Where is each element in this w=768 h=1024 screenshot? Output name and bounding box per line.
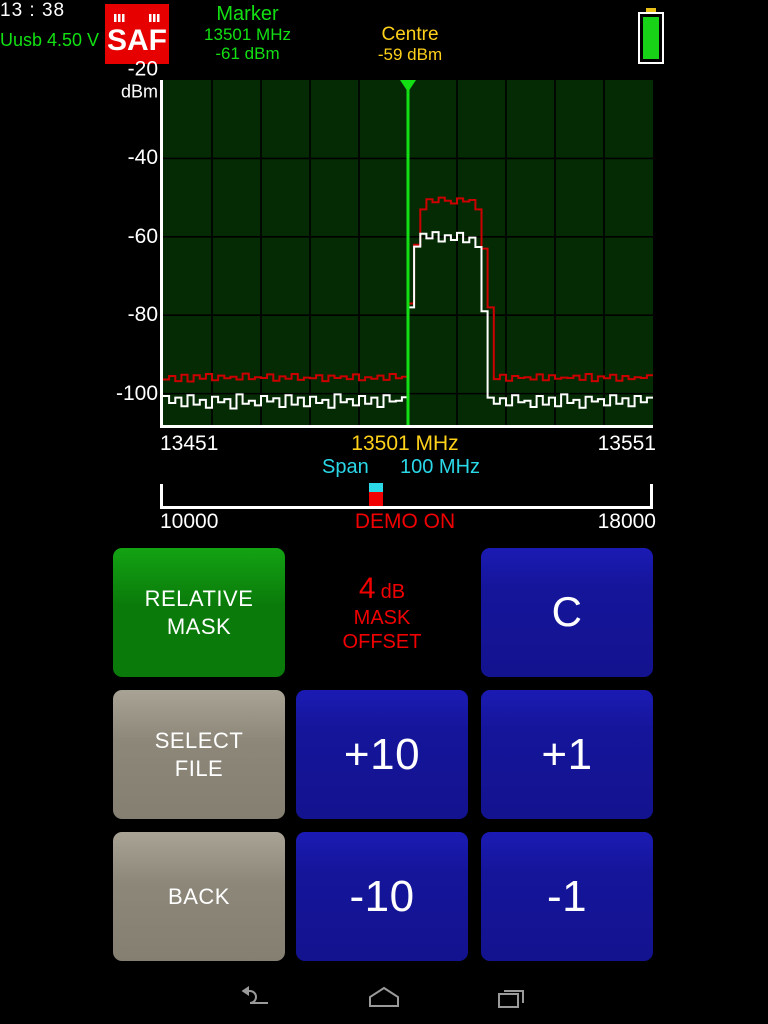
select-file-line2: FILE <box>174 755 224 781</box>
battery-body <box>638 12 664 64</box>
android-navigation-bar <box>0 972 768 1024</box>
y-axis-tick: -20 dBm <box>120 57 158 102</box>
recents-icon[interactable] <box>468 972 558 1024</box>
plus-10-button[interactable]: +10 <box>296 690 468 819</box>
span-row: Span 100 MHz <box>0 456 768 482</box>
range-start: 10000 <box>160 510 219 533</box>
spectrum-chart[interactable]: -20 dBm -40 -60 -80 -100 <box>0 58 768 437</box>
frequency-range-bar[interactable] <box>160 483 653 509</box>
select-file-line1: SELECT <box>154 728 244 753</box>
range-bar-line <box>160 506 653 509</box>
demo-status: DEMO ON <box>354 510 456 533</box>
relative-mask-button[interactable]: RELATIVE MASK <box>113 548 285 677</box>
span-value: 100 MHz <box>400 456 481 478</box>
indicator-bottom <box>368 492 383 506</box>
marker-title: Marker <box>216 3 279 25</box>
freq-centre: 13501 MHz <box>351 432 459 455</box>
relative-mask-line1: RELATIVE <box>144 586 254 611</box>
centre-readout: Centre -59 dBm <box>340 24 480 64</box>
mask-offset-value: 4 <box>358 571 376 605</box>
battery-fill <box>643 17 659 59</box>
minus-10-button[interactable]: -10 <box>296 832 468 961</box>
range-position-indicator[interactable] <box>368 483 383 506</box>
centre-title: Centre <box>381 24 439 45</box>
y-axis-tick: -80 <box>127 303 158 327</box>
back-button[interactable]: BACK <box>113 832 285 961</box>
freq-start: 13451 <box>160 432 219 455</box>
mask-offset-label-2: OFFSET <box>342 630 422 653</box>
y-axis-tick: -100 <box>115 381 158 405</box>
plot-area[interactable] <box>160 80 653 428</box>
select-file-button[interactable]: SELECT FILE <box>113 690 285 819</box>
range-bar-left-cap <box>160 484 163 509</box>
marker-frequency: 13501 MHz <box>204 25 291 45</box>
keypad: RELATIVE MASK 4 dB MASK OFFSET C SELECT … <box>0 548 768 973</box>
spectrum-analyzer-screen: SAF Marker 13501 MHz -61 dBm Centre -59 … <box>0 0 768 1024</box>
minus-1-label: -1 <box>546 872 588 921</box>
span-label: Span <box>322 456 369 478</box>
mask-offset-unit: dB <box>380 580 406 603</box>
y-axis-tick: -40 <box>127 146 158 170</box>
y-axis-tick: -60 <box>127 224 158 248</box>
mask-offset-label-1: MASK <box>353 607 411 630</box>
y-axis: -20 dBm -40 -60 -80 -100 <box>100 58 158 432</box>
mask-offset-readout: 4 dB MASK OFFSET <box>296 548 468 677</box>
saf-logo: SAF <box>105 4 169 64</box>
battery-full-icon <box>638 8 664 64</box>
back-icon[interactable] <box>210 972 300 1024</box>
home-icon[interactable] <box>339 972 429 1024</box>
status-header: SAF Marker 13501 MHz -61 dBm Centre -59 … <box>0 0 768 72</box>
minus-10-label: -10 <box>349 872 415 921</box>
relative-mask-line2: MASK <box>166 613 232 639</box>
plus-10-label: +10 <box>343 730 421 779</box>
back-button-label: BACK <box>168 883 230 909</box>
minus-1-button[interactable]: -1 <box>481 832 653 961</box>
c-button[interactable]: C <box>481 548 653 677</box>
freq-stop: 13551 <box>597 432 656 455</box>
centre-level: -59 dBm <box>377 45 443 65</box>
range-bar-right-cap <box>650 484 653 509</box>
plus-1-button[interactable]: +1 <box>481 690 653 819</box>
range-stop: 18000 <box>597 510 656 533</box>
indicator-top <box>368 483 383 492</box>
marker-level: -61 dBm <box>215 44 280 64</box>
plus-1-label: +1 <box>541 730 593 779</box>
marker-readout: Marker 13501 MHz -61 dBm <box>180 3 315 63</box>
c-button-label: C <box>551 588 583 636</box>
range-labels: 10000 DEMO ON 18000 <box>0 510 768 536</box>
svg-text:SAF: SAF <box>108 24 166 57</box>
